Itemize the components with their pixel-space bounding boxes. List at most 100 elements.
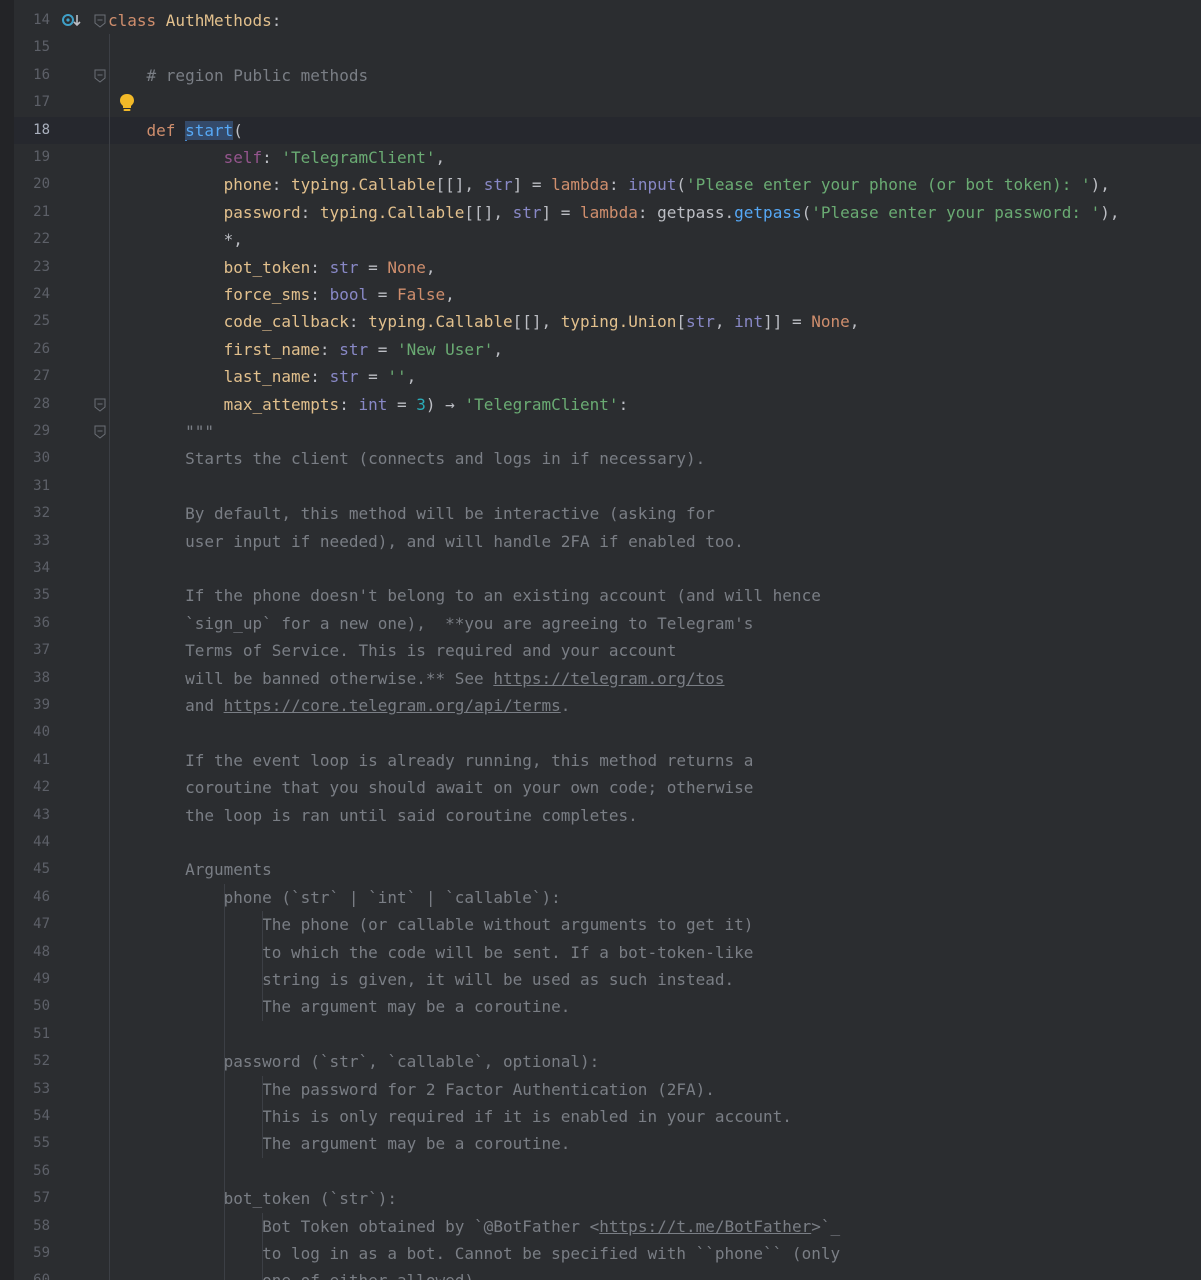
code-line[interactable]: 21 password: typing.Callable[[], str] = … xyxy=(14,199,1201,226)
line-content[interactable]: Terms of Service. This is required and y… xyxy=(108,637,676,664)
line-content[interactable]: Arguments xyxy=(108,856,272,883)
doc-link[interactable]: https://t.me/BotFather xyxy=(599,1217,811,1236)
line-number[interactable]: 57 xyxy=(14,1185,50,1212)
line-content[interactable]: code_callback: typing.Callable[[], typin… xyxy=(108,308,860,335)
code-line[interactable]: 37 Terms of Service. This is required an… xyxy=(14,637,1201,664)
code-line[interactable]: 38 will be banned otherwise.** See https… xyxy=(14,665,1201,692)
line-number[interactable]: 44 xyxy=(14,829,50,856)
line-content[interactable]: password: typing.Callable[[], str] = lam… xyxy=(108,199,1120,226)
code-line[interactable]: 22 *, xyxy=(14,226,1201,253)
code-line[interactable]: 17 xyxy=(14,89,1201,116)
line-content[interactable]: password (`str`, `callable`, optional): xyxy=(108,1048,600,1075)
line-number[interactable]: 35 xyxy=(14,582,50,609)
line-number[interactable]: 27 xyxy=(14,363,50,390)
code-line[interactable]: 56 xyxy=(14,1158,1201,1185)
code-line[interactable]: 57 bot_token (`str`): xyxy=(14,1185,1201,1212)
line-content[interactable]: The argument may be a coroutine. xyxy=(108,1130,570,1157)
line-content[interactable]: *, xyxy=(108,226,243,253)
code-line[interactable]: 45 Arguments xyxy=(14,856,1201,883)
code-line[interactable]: 42 coroutine that you should await on yo… xyxy=(14,774,1201,801)
code-line[interactable]: 52 password (`str`, `callable`, optional… xyxy=(14,1048,1201,1075)
line-number[interactable]: 50 xyxy=(14,993,50,1020)
code-line[interactable]: 51 xyxy=(14,1021,1201,1048)
line-number[interactable]: 28 xyxy=(14,391,50,418)
code-line[interactable]: 60 one of either allowed). xyxy=(14,1267,1201,1280)
code-line[interactable]: 44 xyxy=(14,829,1201,856)
code-line[interactable]: 53 The password for 2 Factor Authenticat… xyxy=(14,1076,1201,1103)
line-number[interactable]: 52 xyxy=(14,1048,50,1075)
line-number[interactable]: 49 xyxy=(14,966,50,993)
line-content[interactable]: one of either allowed). xyxy=(108,1267,484,1280)
line-number[interactable]: 51 xyxy=(14,1021,50,1048)
fold-marker-icon[interactable] xyxy=(94,424,106,439)
line-content[interactable]: bot_token: str = None, xyxy=(108,254,436,281)
line-number[interactable]: 18 xyxy=(14,117,50,144)
line-content[interactable]: Starts the client (connects and logs in … xyxy=(108,445,705,472)
line-number[interactable]: 16 xyxy=(14,62,50,89)
doc-link[interactable]: https://telegram.org/tos xyxy=(493,669,724,688)
code-line[interactable]: 34 xyxy=(14,555,1201,582)
code-line[interactable]: 59 to log in as a bot. Cannot be specifi… xyxy=(14,1240,1201,1267)
line-content[interactable]: phone (`str` | `int` | `callable`): xyxy=(108,884,561,911)
line-content[interactable]: `sign_up` for a new one), **you are agre… xyxy=(108,610,753,637)
line-content[interactable]: coroutine that you should await on your … xyxy=(108,774,753,801)
line-content[interactable]: will be banned otherwise.** See https://… xyxy=(108,665,724,692)
code-line[interactable]: 28 max_attempts: int = 3) → 'TelegramCli… xyxy=(14,391,1201,418)
line-content[interactable]: max_attempts: int = 3) → 'TelegramClient… xyxy=(108,391,629,418)
line-number[interactable]: 26 xyxy=(14,336,50,363)
code-line[interactable]: 18 def start( xyxy=(14,116,1201,144)
line-content[interactable]: def start( xyxy=(108,117,243,144)
line-number[interactable]: 21 xyxy=(14,199,50,226)
line-number[interactable]: 37 xyxy=(14,637,50,664)
code-line[interactable]: 35 If the phone doesn't belong to an exi… xyxy=(14,582,1201,609)
code-line[interactable]: 25 code_callback: typing.Callable[[], ty… xyxy=(14,308,1201,335)
fold-marker-icon[interactable] xyxy=(94,13,106,28)
line-content[interactable]: If the event loop is already running, th… xyxy=(108,747,753,774)
line-number[interactable]: 47 xyxy=(14,911,50,938)
line-number[interactable]: 34 xyxy=(14,555,50,582)
override-down-icon[interactable] xyxy=(62,7,82,34)
line-number[interactable]: 31 xyxy=(14,473,50,500)
line-content[interactable]: user input if needed), and will handle 2… xyxy=(108,528,744,555)
line-number[interactable]: 48 xyxy=(14,939,50,966)
lightbulb-icon[interactable] xyxy=(118,89,136,116)
line-content[interactable]: The password for 2 Factor Authentication… xyxy=(108,1076,715,1103)
line-content[interactable]: last_name: str = '', xyxy=(108,363,417,390)
line-content[interactable]: to which the code will be sent. If a bot… xyxy=(108,939,753,966)
code-line[interactable]: 48 to which the code will be sent. If a … xyxy=(14,939,1201,966)
fold-marker-icon[interactable] xyxy=(94,68,106,83)
code-line[interactable]: 49 string is given, it will be used as s… xyxy=(14,966,1201,993)
line-number[interactable]: 60 xyxy=(14,1267,50,1280)
line-number[interactable]: 33 xyxy=(14,528,50,555)
code-line[interactable]: 19 self: 'TelegramClient', xyxy=(14,144,1201,171)
code-line[interactable]: 29 """ xyxy=(14,418,1201,445)
code-line[interactable]: 14 class AuthMethods: xyxy=(14,7,1201,34)
line-number[interactable]: 20 xyxy=(14,171,50,198)
line-number[interactable]: 14 xyxy=(14,7,50,34)
line-content[interactable]: """ xyxy=(108,418,214,445)
line-number[interactable]: 22 xyxy=(14,226,50,253)
line-number[interactable]: 25 xyxy=(14,308,50,335)
code-line[interactable]: 31 xyxy=(14,473,1201,500)
line-number[interactable]: 32 xyxy=(14,500,50,527)
code-line[interactable]: 50 The argument may be a coroutine. xyxy=(14,993,1201,1020)
line-content[interactable]: By default, this method will be interact… xyxy=(108,500,715,527)
code-line[interactable]: 55 The argument may be a coroutine. xyxy=(14,1130,1201,1157)
code-line[interactable]: 46 phone (`str` | `int` | `callable`): xyxy=(14,884,1201,911)
line-content[interactable]: the loop is ran until said coroutine com… xyxy=(108,802,638,829)
line-content[interactable]: first_name: str = 'New User', xyxy=(108,336,503,363)
line-number[interactable]: 24 xyxy=(14,281,50,308)
line-content[interactable]: phone: typing.Callable[[], str] = lambda… xyxy=(108,171,1110,198)
line-content[interactable]: The phone (or callable without arguments… xyxy=(108,911,753,938)
code-line[interactable]: 26 first_name: str = 'New User', xyxy=(14,336,1201,363)
line-number[interactable]: 38 xyxy=(14,665,50,692)
line-number[interactable]: 39 xyxy=(14,692,50,719)
line-number[interactable]: 15 xyxy=(14,34,50,61)
line-number[interactable]: 55 xyxy=(14,1130,50,1157)
line-content[interactable]: self: 'TelegramClient', xyxy=(108,144,446,171)
code-line[interactable]: 23 bot_token: str = None, xyxy=(14,254,1201,281)
fold-marker-icon[interactable] xyxy=(94,397,106,412)
code-line[interactable]: 40 xyxy=(14,719,1201,746)
code-line[interactable]: 39 and https://core.telegram.org/api/ter… xyxy=(14,692,1201,719)
line-number[interactable]: 53 xyxy=(14,1076,50,1103)
